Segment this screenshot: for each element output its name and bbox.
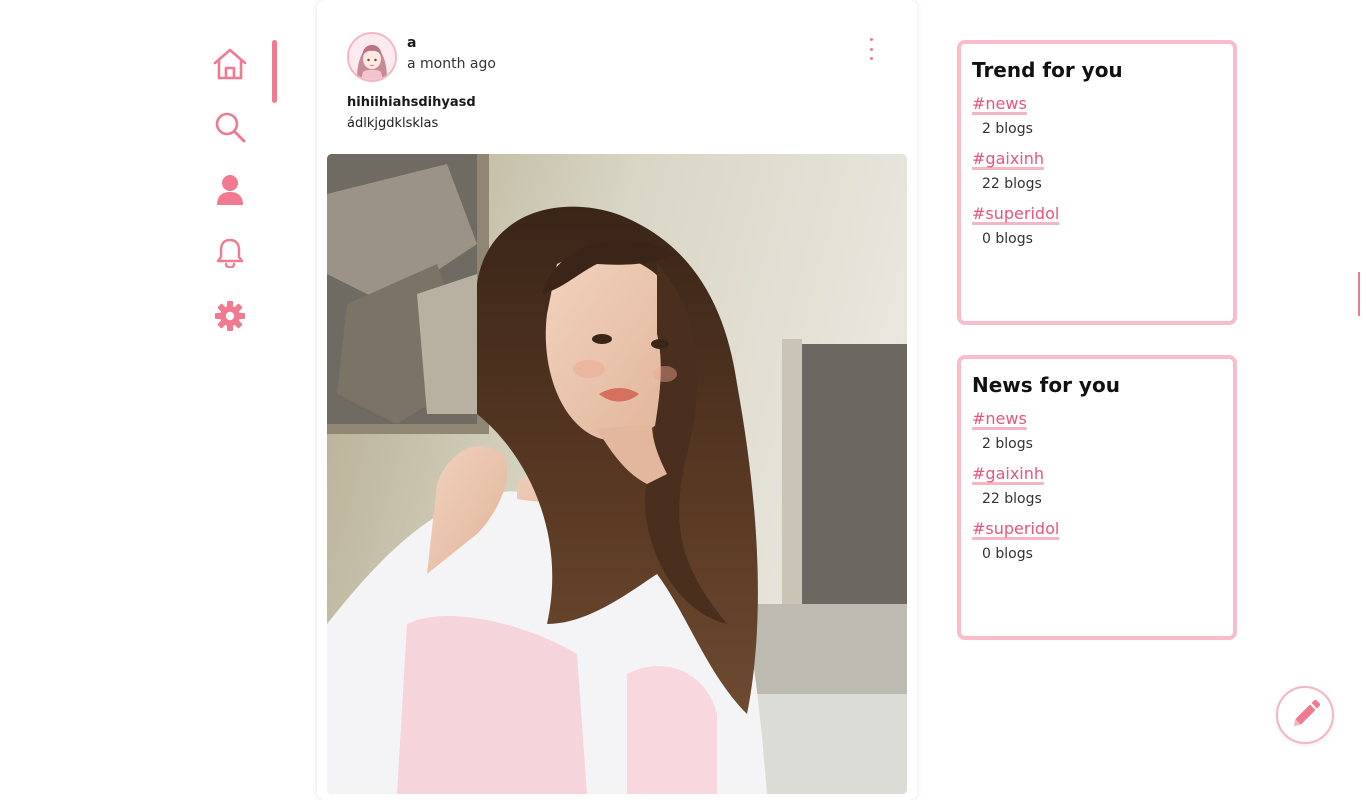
more-options-button[interactable] bbox=[861, 36, 881, 62]
post-card: a a month ago hihiihiahsdihyasd ádlkjgdk… bbox=[317, 0, 917, 800]
post-author[interactable]: a bbox=[407, 35, 416, 51]
nav-home[interactable] bbox=[206, 40, 254, 88]
trend-tag-count: 22 blogs bbox=[982, 176, 1042, 192]
post-body: ádlkjgdklsklas bbox=[347, 116, 439, 131]
news-tag-count: 2 blogs bbox=[982, 436, 1033, 452]
nav-settings[interactable] bbox=[206, 292, 254, 340]
nav-notifications[interactable] bbox=[206, 229, 254, 277]
trend-tag-link[interactable]: #superidol bbox=[972, 204, 1059, 223]
nav-profile[interactable] bbox=[206, 166, 254, 214]
trend-panel: Trend for you #news 2 blogs #gaixinh 22 … bbox=[957, 40, 1237, 325]
news-tag-count: 0 blogs bbox=[982, 546, 1033, 562]
trend-panel-title: Trend for you bbox=[972, 58, 1123, 82]
trend-tag-link[interactable]: #news bbox=[972, 94, 1027, 113]
kebab-dot bbox=[869, 57, 873, 60]
post-image[interactable] bbox=[327, 154, 907, 794]
post-timestamp: a month ago bbox=[407, 56, 496, 72]
post-title: hihiihiahsdihyasd bbox=[347, 95, 476, 110]
pencil-icon bbox=[1294, 700, 1320, 726]
sidebar-nav bbox=[206, 40, 278, 355]
compose-button[interactable] bbox=[1276, 686, 1334, 744]
scrollbar-thumb[interactable] bbox=[1358, 272, 1360, 316]
portrait-photo bbox=[327, 154, 907, 794]
trend-tag-item: #superidol 0 blogs bbox=[972, 204, 1222, 247]
avatar-illustration bbox=[349, 34, 395, 80]
trend-tag-link[interactable]: #gaixinh bbox=[972, 149, 1044, 168]
news-tag-link[interactable]: #gaixinh bbox=[972, 464, 1044, 483]
home-icon bbox=[213, 48, 247, 80]
search-icon bbox=[215, 112, 246, 143]
news-panel: News for you #news 2 blogs #gaixinh 22 b… bbox=[957, 355, 1237, 640]
avatar[interactable] bbox=[347, 32, 397, 82]
news-tag-item: #gaixinh 22 blogs bbox=[972, 464, 1222, 507]
nav-search[interactable] bbox=[206, 103, 254, 151]
news-tag-item: #news 2 blogs bbox=[972, 409, 1222, 452]
news-tag-link[interactable]: #news bbox=[972, 409, 1027, 428]
nav-active-indicator bbox=[272, 40, 277, 103]
kebab-dot bbox=[869, 47, 873, 51]
kebab-dot bbox=[869, 38, 873, 41]
trend-tag-item: #news 2 blogs bbox=[972, 94, 1222, 137]
bell-icon bbox=[216, 238, 244, 268]
trend-tag-count: 0 blogs bbox=[982, 231, 1033, 247]
user-icon bbox=[217, 175, 243, 205]
news-tag-count: 22 blogs bbox=[982, 491, 1042, 507]
news-tag-item: #superidol 0 blogs bbox=[972, 519, 1222, 562]
trend-tag-count: 2 blogs bbox=[982, 121, 1033, 137]
news-panel-title: News for you bbox=[972, 373, 1120, 397]
trend-tag-item: #gaixinh 22 blogs bbox=[972, 149, 1222, 192]
news-tag-link[interactable]: #superidol bbox=[972, 519, 1059, 538]
gear-icon bbox=[215, 301, 245, 331]
